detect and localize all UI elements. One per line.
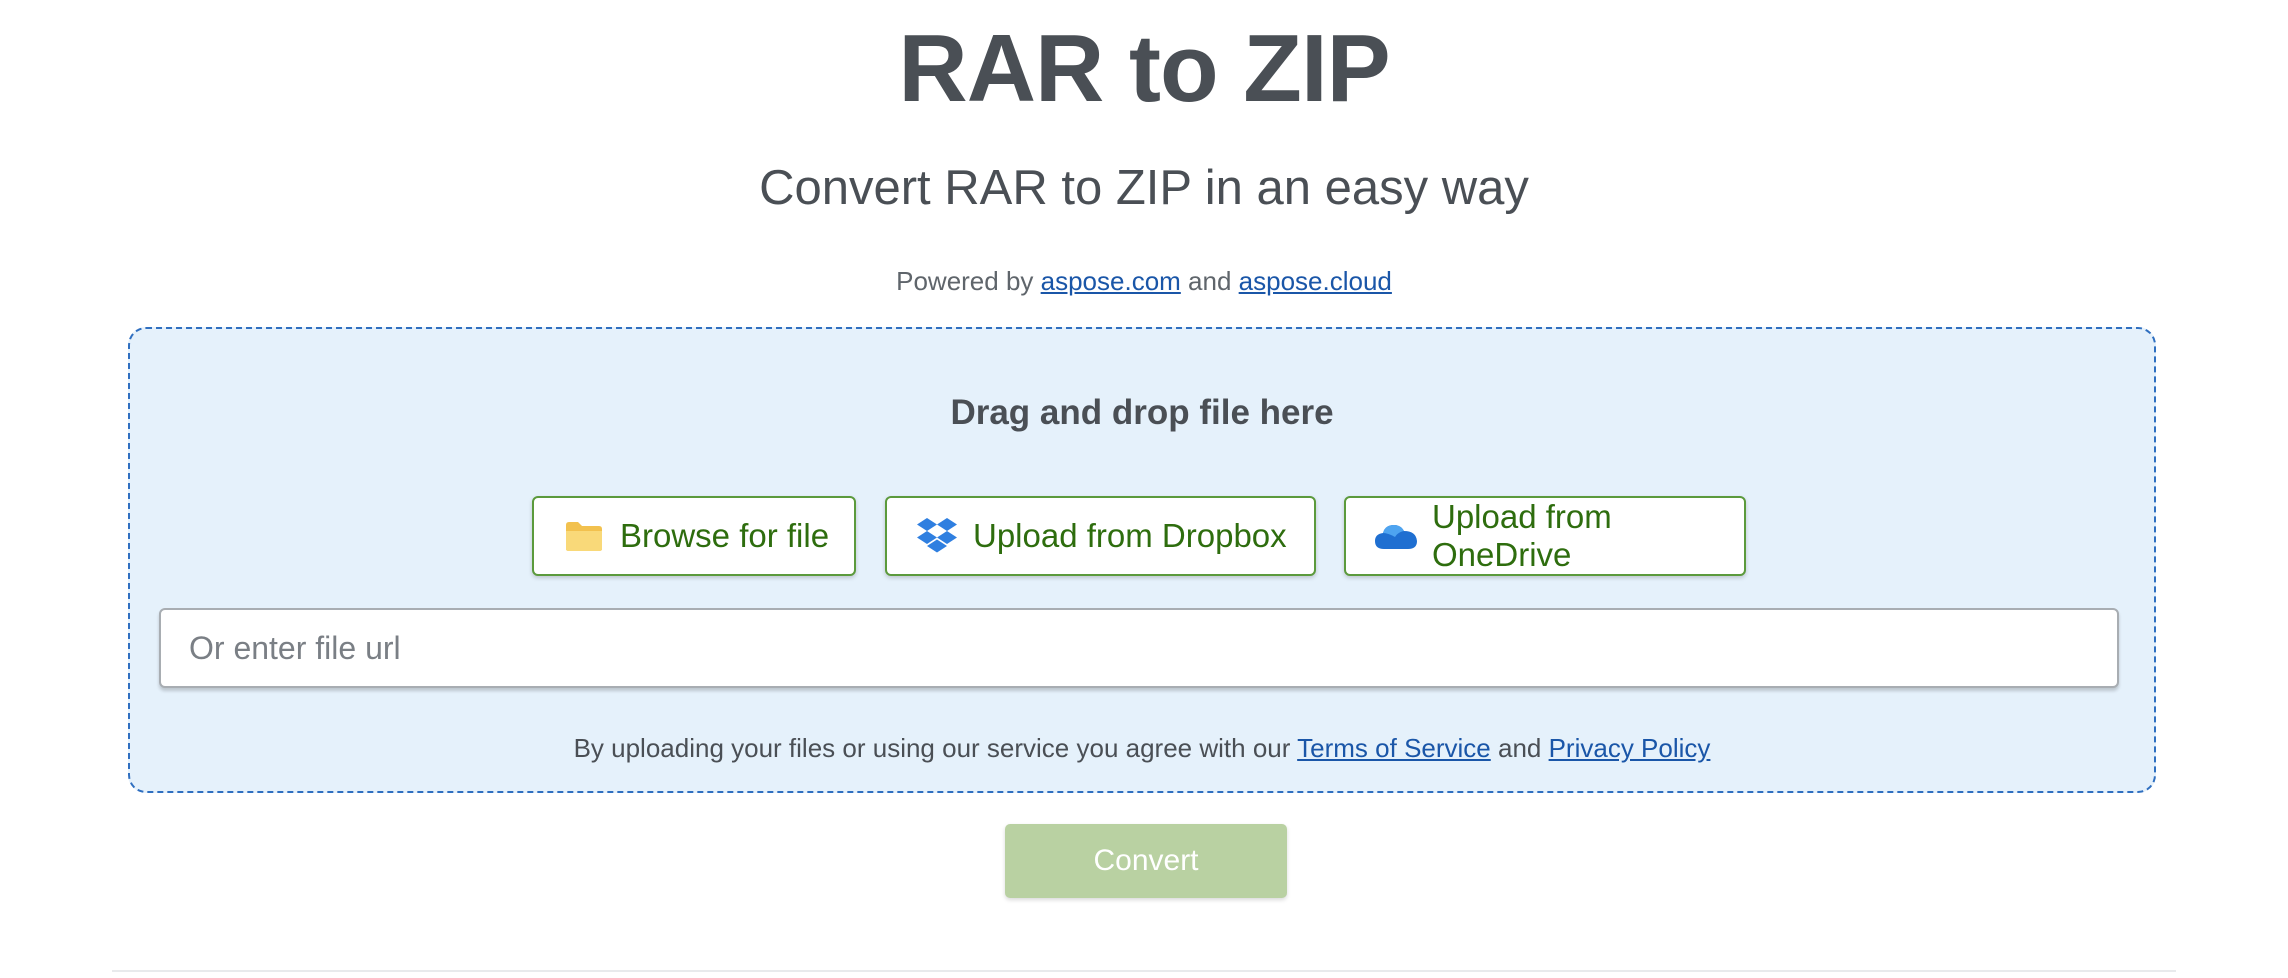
terms-and: and <box>1490 733 1549 763</box>
page-title: RAR to ZIP <box>898 15 1390 122</box>
privacy-policy-link[interactable]: Privacy Policy <box>1549 733 1711 763</box>
powered-by-and: and <box>1180 266 1239 296</box>
aspose-cloud-link[interactable]: aspose.cloud <box>1239 266 1392 296</box>
folder-icon <box>562 514 606 558</box>
aspose-com-link[interactable]: aspose.com <box>1041 266 1181 296</box>
upload-button-row: Browse for file Upload from Dropbox Uplo… <box>130 496 2154 576</box>
dropzone-label: Drag and drop file here <box>950 393 1334 432</box>
page-subtitle: Convert RAR to ZIP in an easy way <box>759 161 1529 215</box>
dropbox-upload-label: Upload from Dropbox <box>973 517 1287 554</box>
terms-of-service-link[interactable]: Terms of Service <box>1297 733 1491 763</box>
file-url-input[interactable] <box>159 608 2119 688</box>
onedrive-upload-button[interactable]: Upload from OneDrive <box>1344 496 1746 576</box>
browse-file-button[interactable]: Browse for file <box>532 496 856 576</box>
powered-by-prefix: Powered by <box>896 266 1041 296</box>
onedrive-upload-label: Upload from OneDrive <box>1432 498 1612 573</box>
convert-button[interactable]: Convert <box>1005 824 1287 898</box>
terms-prefix: By uploading your files or using our ser… <box>573 733 1298 763</box>
powered-by-text: Powered by aspose.com and aspose.cloud <box>0 266 2288 296</box>
dropbox-icon <box>915 514 959 558</box>
terms-notice: By uploading your files or using our ser… <box>130 733 2154 764</box>
browse-file-label: Browse for file <box>620 517 830 554</box>
page: RAR to ZIP Convert RAR to ZIP in an easy… <box>0 0 2288 978</box>
onedrive-icon <box>1374 514 1418 558</box>
footer-divider <box>112 970 2176 972</box>
file-dropzone[interactable]: Drag and drop file here Browse for file <box>128 327 2156 793</box>
dropbox-upload-button[interactable]: Upload from Dropbox <box>885 496 1316 576</box>
